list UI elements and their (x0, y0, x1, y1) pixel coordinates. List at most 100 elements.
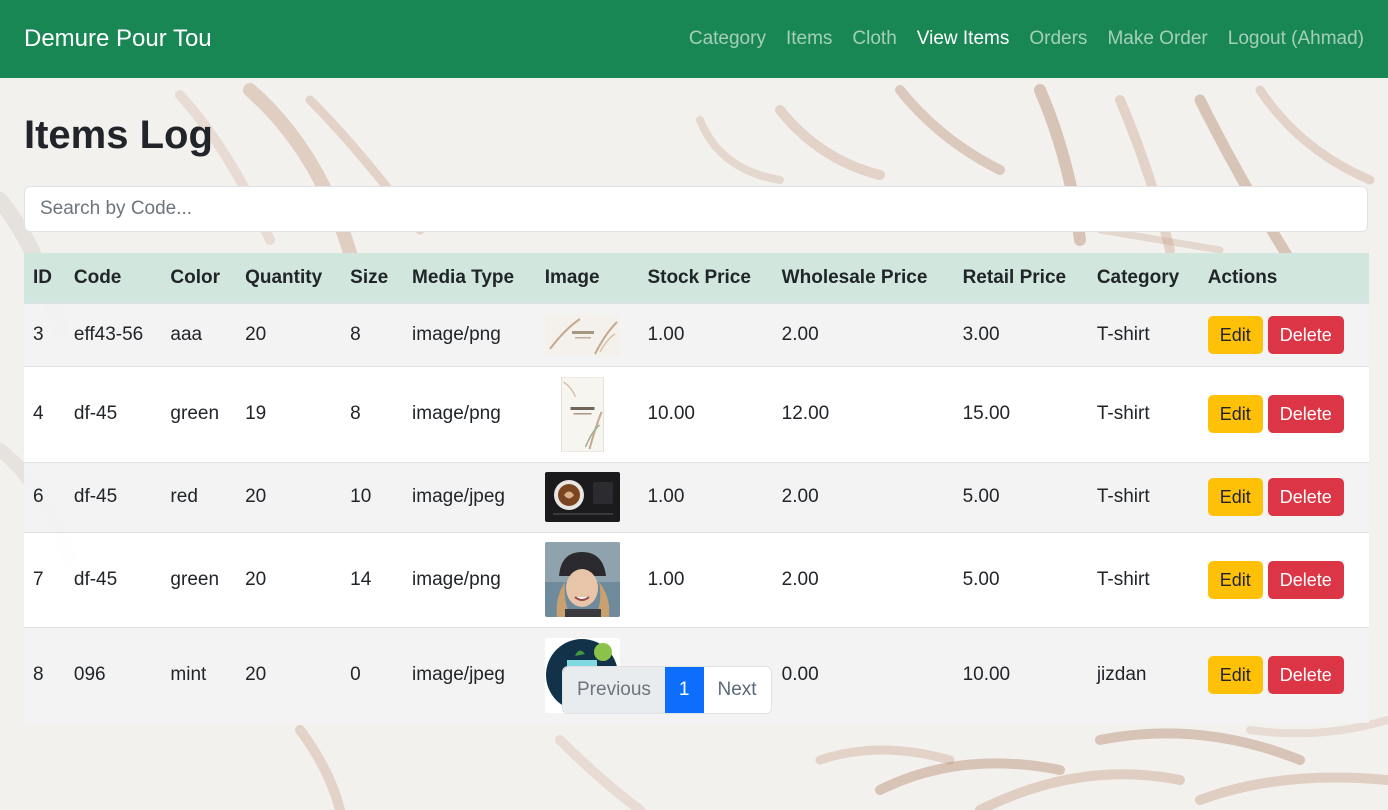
header-id: ID (33, 266, 52, 288)
cell-category: T-shirt (1087, 365, 1199, 462)
branding-card-thumbnail (544, 313, 620, 356)
nav-link-items[interactable]: Items (786, 28, 832, 50)
demure-card-thumbnail (560, 376, 604, 452)
cell-category: jizdan (1087, 626, 1199, 723)
coffee-thumbnail (544, 472, 620, 522)
cell-size: 10 (341, 461, 404, 532)
nav-link-cloth[interactable]: Cloth (852, 28, 896, 50)
cell-wholesale-price: 2.00 (772, 531, 954, 627)
cell-code: df-45 (64, 461, 162, 532)
cell-color: green (161, 365, 237, 462)
cell-category: T-shirt (1087, 461, 1199, 532)
cell-color: aaa (161, 302, 237, 366)
cell-quantity: 20 (236, 626, 342, 723)
delete-button[interactable]: Delete (1267, 656, 1344, 695)
cell-retail-price: 5.00 (953, 461, 1088, 532)
cell-size: 0 (341, 626, 404, 723)
table-row: 7 df-45 green 20 14 image/png 1.00 2.00 … (24, 531, 1369, 627)
edit-button[interactable]: Edit (1207, 560, 1263, 599)
cell-code: df-45 (64, 365, 162, 462)
cell-color: red (161, 461, 237, 532)
edit-button[interactable]: Edit (1207, 315, 1263, 354)
table-row: 6 df-45 red 20 10 image/jpeg 1.00 2.00 5… (24, 461, 1369, 532)
page-title: Items Log (24, 113, 213, 157)
delete-button[interactable]: Delete (1267, 395, 1344, 433)
cell-id: 6 (24, 461, 65, 532)
cell-media-type: image/png (403, 531, 536, 627)
cell-actions: Edit Delete (1198, 302, 1369, 366)
nav-link-category[interactable]: Category (689, 28, 766, 50)
cell-wholesale-price: 12.00 (772, 365, 954, 462)
cell-category: T-shirt (1087, 302, 1199, 366)
header-wholesale-price: Wholesale Price (781, 266, 928, 288)
cell-code: df-45 (64, 531, 162, 627)
cell-wholesale-price: 0.00 (772, 626, 954, 723)
cell-actions: Edit Delete (1198, 461, 1369, 532)
delete-button[interactable]: Delete (1267, 560, 1344, 599)
cell-media-type: image/jpeg (403, 626, 536, 723)
cell-image (535, 365, 639, 462)
header-stock-price: Stock Price (647, 266, 751, 288)
cell-stock-price: 1.00 (638, 302, 773, 366)
previous-page-button[interactable]: Previous (563, 667, 665, 713)
portrait-thumbnail (544, 542, 620, 617)
header-quantity: Quantity (245, 266, 323, 288)
cell-image (535, 531, 639, 627)
cell-wholesale-price: 2.00 (772, 461, 954, 532)
cell-color: mint (161, 626, 237, 723)
nav-links: Category Items Cloth View Items Orders M… (689, 28, 1364, 50)
cell-actions: Edit Delete (1198, 626, 1369, 723)
nav-link-make-order[interactable]: Make Order (1107, 28, 1207, 50)
cell-quantity: 19 (236, 365, 342, 462)
cell-retail-price: 10.00 (953, 626, 1088, 723)
cell-retail-price: 3.00 (953, 302, 1088, 366)
cell-retail-price: 15.00 (953, 365, 1088, 462)
cell-id: 8 (24, 626, 65, 723)
cell-retail-price: 5.00 (953, 531, 1088, 627)
table-row: 3 eff43-56 aaa 20 8 image/png 1.00 2.00 … (24, 302, 1369, 366)
cell-size: 8 (341, 365, 404, 462)
header-media-type: Media Type (412, 266, 515, 288)
cell-id: 7 (24, 531, 65, 627)
cell-size: 8 (341, 302, 404, 366)
table-row: 4 df-45 green 19 8 image/png 10.00 12.00… (24, 365, 1369, 462)
nav-link-logout[interactable]: Logout (Ahmad) (1228, 28, 1364, 50)
search-input[interactable] (24, 186, 1368, 232)
delete-button[interactable]: Delete (1267, 315, 1344, 354)
cell-stock-price: 1.00 (638, 531, 773, 627)
delete-button[interactable]: Delete (1267, 478, 1344, 516)
cell-category: T-shirt (1087, 531, 1199, 627)
header-code: Code (73, 266, 122, 288)
cell-media-type: image/jpeg (403, 461, 536, 532)
header-retail-price: Retail Price (962, 266, 1067, 288)
cell-media-type: image/png (403, 365, 536, 462)
next-page-button[interactable]: Next (703, 667, 771, 713)
top-navbar: Demure Pour Tou Category Items Cloth Vie… (0, 0, 1388, 78)
nav-link-view-items[interactable]: View Items (917, 28, 1010, 50)
cell-quantity: 20 (236, 302, 342, 366)
cell-media-type: image/png (403, 302, 536, 366)
cell-code: eff43-56 (64, 302, 162, 366)
brand-link[interactable]: Demure Pour Tou (24, 25, 212, 53)
edit-button[interactable]: Edit (1207, 395, 1263, 433)
cell-quantity: 20 (236, 461, 342, 532)
header-actions: Actions (1207, 266, 1278, 288)
cell-id: 4 (24, 365, 65, 462)
cell-stock-price: 1.00 (638, 461, 773, 532)
cell-color: green (161, 531, 237, 627)
cell-code: 096 (64, 626, 162, 723)
pagination: Previous 1 Next (562, 666, 772, 714)
header-color: Color (170, 266, 221, 288)
cell-wholesale-price: 2.00 (772, 302, 954, 366)
nav-link-orders[interactable]: Orders (1029, 28, 1087, 50)
cell-quantity: 20 (236, 531, 342, 627)
header-category: Category (1096, 266, 1180, 288)
cell-image (535, 302, 639, 366)
header-image: Image (544, 266, 600, 288)
edit-button[interactable]: Edit (1207, 656, 1263, 695)
page-1-button[interactable]: 1 (664, 667, 704, 713)
edit-button[interactable]: Edit (1207, 478, 1263, 516)
cell-actions: Edit Delete (1198, 365, 1369, 462)
cell-id: 3 (24, 302, 65, 366)
table-header-row: ID Code Color Quantity Size Media Type I… (24, 253, 1369, 303)
